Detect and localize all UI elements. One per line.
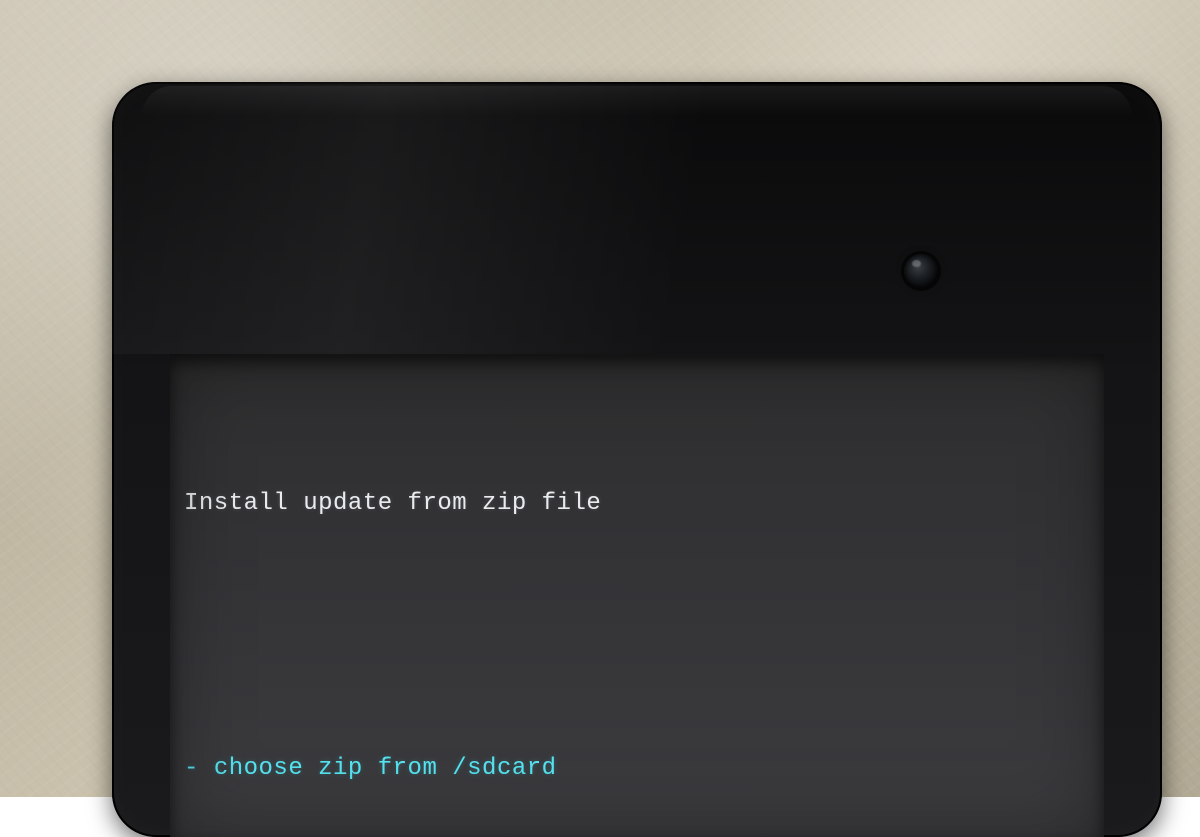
menu-item-prefix: - bbox=[184, 755, 214, 782]
menu-item-choose-zip-sdcard[interactable]: - choose zip from /sdcard bbox=[176, 751, 1098, 786]
device-screen: Install update from zip file - choose zi… bbox=[170, 354, 1104, 837]
glass-sheen bbox=[112, 82, 1162, 354]
recovery-menu: Install update from zip file - choose zi… bbox=[176, 386, 1098, 837]
menu-spacer bbox=[176, 630, 1098, 652]
front-camera-icon bbox=[904, 254, 938, 288]
menu-title: Install update from zip file bbox=[176, 485, 1098, 530]
tablet-device: Install update from zip file - choose zi… bbox=[112, 82, 1162, 837]
menu-item-label: choose zip from /sdcard bbox=[214, 755, 557, 782]
